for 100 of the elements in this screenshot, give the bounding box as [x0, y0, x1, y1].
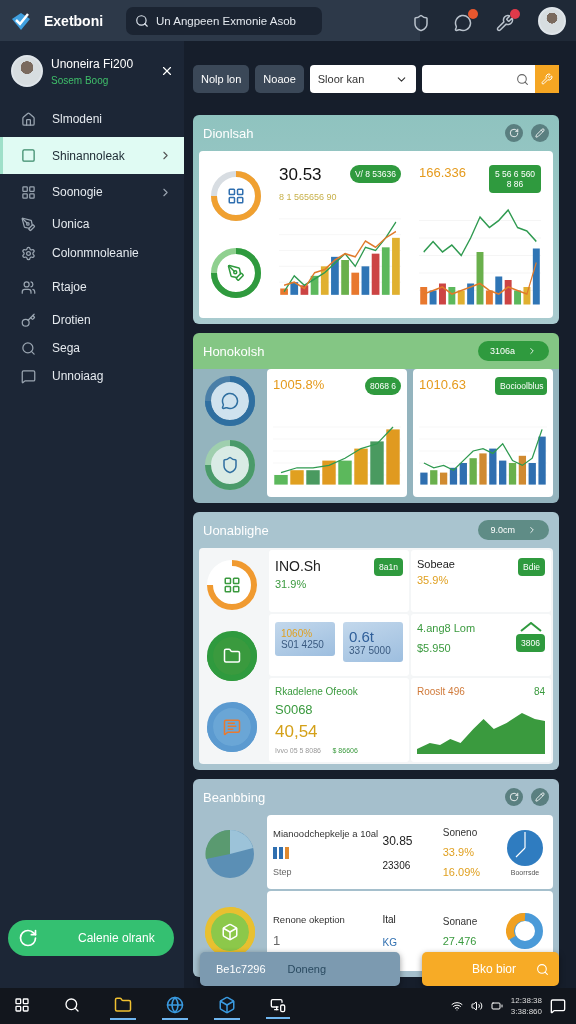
revenue-value: S0068 — [275, 702, 314, 717]
chart-bar — [290, 470, 304, 485]
ring-gauge-drawing — [210, 169, 262, 222]
sidebar-item[interactable]: Rtajoe — [0, 268, 184, 306]
chart-bar — [306, 470, 320, 485]
wrench-icon[interactable] — [496, 9, 520, 32]
toolbar-button[interactable]: Noaoe — [255, 65, 304, 93]
row-value: 23306 — [382, 859, 412, 871]
percent-value: 16.09% — [442, 865, 482, 878]
chart-bar — [341, 260, 349, 295]
panel-title: Honokolsh — [203, 343, 265, 359]
sidebar-item[interactable]: Drotien — [0, 306, 184, 334]
chart-bar — [338, 460, 352, 485]
chart-bar — [280, 288, 288, 295]
pencil-icon — [535, 792, 545, 802]
profile-avatar — [11, 55, 43, 87]
chart-bar — [469, 458, 477, 485]
wrench-icon — [541, 73, 553, 85]
wifi-icon[interactable] — [450, 1000, 463, 1012]
panel-title: Uonablighe — [203, 522, 269, 538]
stat-value: 31.9% — [275, 578, 308, 590]
chart-bar — [274, 475, 288, 485]
user-avatar[interactable] — [538, 6, 566, 35]
metric-badge: V/ 8 53636 — [349, 165, 401, 183]
column-heading: Soneno — [442, 826, 479, 838]
stat-badge: Bdie — [518, 558, 545, 576]
ring-gauge-drawing — [206, 630, 258, 682]
area-chart-value: 84 — [533, 686, 545, 697]
revenue-amount: 40,54 — [275, 722, 319, 742]
chart-bar — [514, 290, 521, 305]
search-icon — [516, 73, 529, 86]
search-icon — [135, 13, 149, 28]
select-dropdown[interactable]: Sloor kan — [309, 65, 416, 93]
panel-title: Beanbbing — [203, 789, 266, 805]
volume-icon[interactable] — [470, 1000, 483, 1012]
chart-bar — [322, 460, 336, 485]
chart-bar — [489, 448, 497, 485]
chevron-icon — [527, 525, 537, 535]
chat-icon[interactable] — [454, 9, 478, 32]
metric-value: 1005.8% — [273, 377, 325, 392]
panel-title: Dionlsah — [203, 125, 254, 141]
column-heading: Sonane — [442, 915, 479, 927]
search-input[interactable] — [421, 65, 535, 93]
chart-bar — [439, 472, 448, 485]
refresh-icon — [509, 792, 519, 802]
stat-badge: 8a1n — [374, 558, 403, 576]
sidebar-item[interactable]: Soonogie — [0, 174, 184, 210]
chart-bar — [354, 448, 368, 485]
sidebar-item[interactable]: Unnoiaag — [0, 362, 184, 390]
metric-badge: Bocioolblus — [495, 377, 547, 395]
sidebar-item[interactable]: Slmodeni — [0, 101, 184, 137]
growth-value: $5.950 — [417, 642, 452, 654]
chart-bar — [381, 247, 390, 295]
metric-badge: 5 56 6 560 8 86 — [489, 165, 541, 193]
chart-bar — [351, 272, 360, 295]
tile-value: 0.6t — [349, 628, 376, 645]
summary-value: Be1c7296 — [216, 963, 266, 975]
chart-bar — [479, 453, 487, 485]
row-title: Mianoodchepkelje a 10al — [273, 827, 379, 839]
sidebar-item[interactable]: Shinannoleak — [0, 137, 184, 174]
search-field[interactable]: Un Angpeen Exmonie Asob — [126, 6, 322, 35]
row-value: Ital — [382, 914, 397, 925]
close-icon[interactable] — [160, 64, 174, 78]
panel-pill-button[interactable]: 3106a — [477, 341, 549, 361]
edit-button[interactable] — [531, 788, 549, 806]
chart-bar — [508, 463, 517, 485]
battery-icon[interactable] — [490, 1000, 503, 1012]
tile-note: S01 4250 — [281, 639, 325, 650]
sidebar-item[interactable]: Sega — [0, 334, 184, 362]
panel-pill-button[interactable]: 9.0cm — [478, 520, 549, 540]
metric-value: 166.336 — [419, 165, 466, 180]
ring-gauge-drawing — [206, 700, 258, 753]
sidebar-item[interactable]: Uonica — [0, 210, 184, 238]
chart-bar — [392, 237, 400, 295]
metric-subtitle: 8 1 565656 90 — [279, 192, 337, 202]
chart-bar — [331, 256, 339, 295]
profile-name: Unoneira Fi200 — [51, 56, 135, 71]
info-button[interactable] — [505, 788, 523, 806]
chart-bar — [386, 429, 400, 485]
ring-gauge-drawing — [206, 559, 258, 612]
edit-button[interactable] — [531, 124, 549, 142]
stat-title: Sobeae — [417, 558, 455, 570]
toolbar-button[interactable]: Nolp lon — [193, 65, 250, 93]
pencil-icon — [535, 128, 545, 138]
stat-title: INO.Sh — [275, 558, 321, 574]
ring-gauge-drawing — [204, 375, 256, 427]
growth-badge: 3806 — [516, 634, 545, 652]
search-icon — [536, 962, 549, 976]
revenue-title: Rkadelene Ofeook — [275, 686, 358, 697]
metric-badge: 8068 6 — [365, 377, 401, 395]
refresh-icon — [18, 928, 38, 948]
clock-text: 3:38:860 — [510, 1006, 542, 1017]
chart-bar — [518, 455, 527, 485]
refresh-button[interactable] — [505, 124, 523, 142]
notification-icon[interactable] — [550, 998, 566, 1014]
sidebar-item[interactable]: Colonmnoleanie — [0, 238, 184, 268]
chart-bar — [538, 436, 546, 485]
area-chart-title: Rooslt 496 — [417, 686, 465, 697]
percent-value: 33.9% — [442, 845, 475, 858]
chevron-icon — [527, 346, 537, 356]
